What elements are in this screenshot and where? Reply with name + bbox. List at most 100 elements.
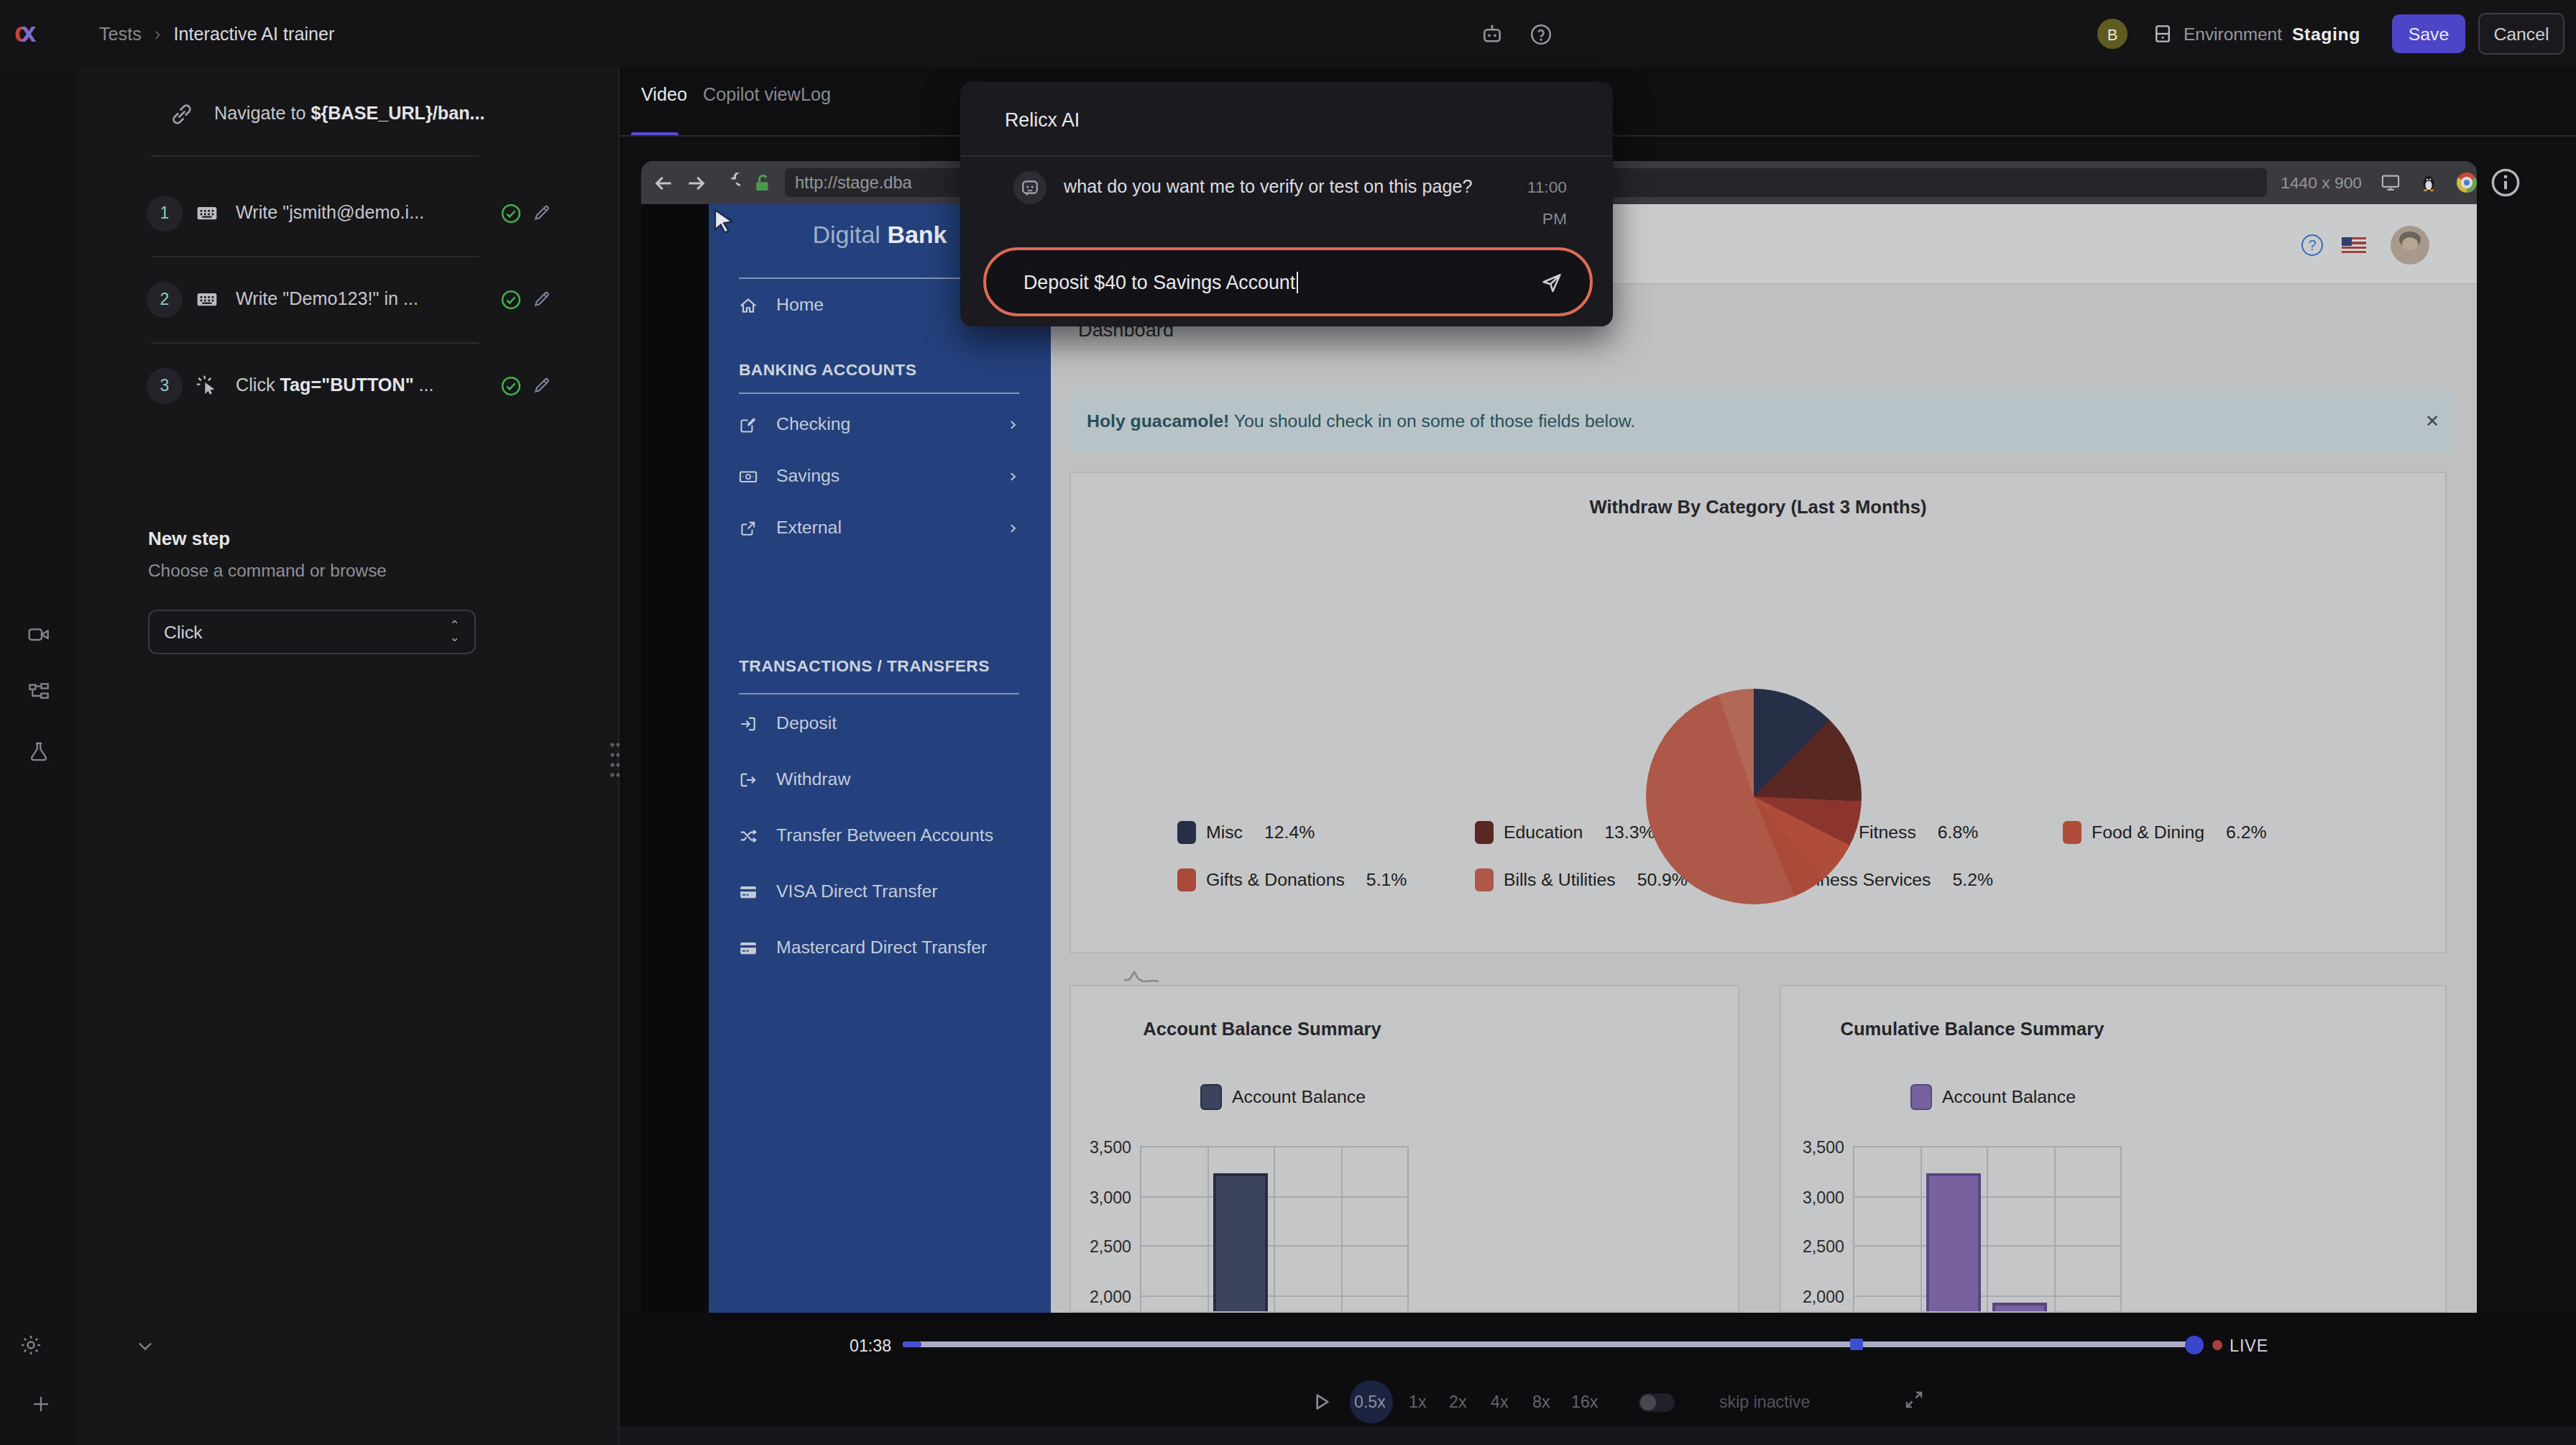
legend-swatch <box>1177 821 1196 844</box>
environment-icon <box>2152 23 2174 45</box>
gridline <box>2120 1146 2122 1311</box>
alert-banner: Holy guacamole! You should check in on s… <box>1070 391 2455 451</box>
sidebar-item-deposit[interactable]: Deposit <box>739 709 1019 738</box>
legend-swatch <box>1177 868 1196 891</box>
tab-copilot-view[interactable]: Copilot view <box>703 85 801 105</box>
speed-16x[interactable]: 16x <box>1571 1392 1598 1410</box>
sidebar-item-checking[interactable]: Checking <box>739 410 1019 439</box>
check-circle-icon[interactable] <box>500 288 522 310</box>
mouse-cursor <box>713 208 735 233</box>
navigate-step-row[interactable]: Navigate to ${BASE_URL}/ban... <box>147 93 552 134</box>
user-avatar[interactable]: B <box>2097 19 2128 49</box>
gridline <box>1340 1146 1342 1311</box>
play-icon[interactable] <box>1310 1390 1333 1413</box>
step-label: Click Tag="BUTTON" ... <box>236 375 489 395</box>
environment-selector[interactable]: Environment Staging <box>2152 23 2360 45</box>
bar[interactable] <box>1213 1173 1267 1311</box>
step-row[interactable]: 3Click Tag="BUTTON" ... <box>147 365 552 405</box>
fullscreen-icon[interactable] <box>1903 1389 1925 1410</box>
top-bar: Tests › Interactive AI trainer B Environ… <box>0 0 2576 69</box>
ai-command-input[interactable]: Deposit $40 to Savings Account <box>983 247 1593 316</box>
sidebar-item-visa-direct-transfer[interactable]: VISA Direct Transfer <box>739 877 1019 906</box>
lock-icon <box>752 172 773 193</box>
sidebar-item-savings[interactable]: Savings <box>739 462 1019 490</box>
gear-icon[interactable] <box>19 1333 43 1357</box>
pencil-icon[interactable] <box>532 289 552 309</box>
refresh-icon[interactable] <box>719 172 740 193</box>
send-icon[interactable] <box>1540 270 1564 294</box>
resolution-label: 1440 x 900 <box>2281 174 2362 191</box>
cancel-button[interactable]: Cancel <box>2478 13 2564 55</box>
gridline <box>2053 1146 2055 1311</box>
speed-2x[interactable]: 2x <box>1449 1392 1467 1410</box>
bank-page: ? Digital Bank HomeBANKING ACCOUNTSCheck… <box>709 204 2477 1313</box>
chart-title: Withdraw By Category (Last 3 Months) <box>1071 496 2445 518</box>
command-dropdown[interactable]: Click ⌃⌄ <box>148 610 476 654</box>
browser-meta: 1440 x 900 <box>2281 173 2477 193</box>
camera-icon[interactable] <box>27 623 50 646</box>
save-button[interactable]: Save <box>2392 14 2465 53</box>
live-dot-icon <box>2212 1340 2222 1350</box>
playback-time: 01:38 <box>850 1336 891 1354</box>
legend-item[interactable]: Food & Dining6.2% <box>2063 821 2267 844</box>
video-viewport[interactable]: ? Digital Bank HomeBANKING ACCOUNTSCheck… <box>641 204 2477 1313</box>
pie-chart[interactable] <box>1646 689 1862 904</box>
chart-legend[interactable]: Account Balance <box>1910 1084 2076 1110</box>
step-row[interactable]: 2Write "Demo123!" in ... <box>147 279 552 319</box>
robot-icon[interactable] <box>1481 22 1504 45</box>
flow-icon[interactable] <box>27 682 50 705</box>
live-label: LIVE <box>2230 1336 2268 1354</box>
withdraw-icon <box>739 770 758 789</box>
speed-1x[interactable]: 1x <box>1409 1392 1427 1410</box>
speed-8x[interactable]: 8x <box>1532 1392 1550 1410</box>
speed-4x[interactable]: 4x <box>1491 1392 1509 1410</box>
legend-item[interactable]: Education13.3% <box>1475 821 1655 844</box>
bank-avatar[interactable] <box>2391 226 2429 265</box>
sparkline-icon <box>1123 965 1160 985</box>
pencil-icon[interactable] <box>532 375 552 395</box>
flask-icon[interactable] <box>27 740 50 763</box>
info-icon[interactable] <box>2490 167 2521 198</box>
text-caret <box>1297 271 1298 293</box>
legend-item[interactable]: Gifts & Donations5.1% <box>1177 868 1407 891</box>
legend-item[interactable]: Bills & Utilities50.9% <box>1475 868 1688 891</box>
forward-icon[interactable] <box>686 172 707 193</box>
chevron-down-icon[interactable] <box>135 1336 155 1356</box>
skip-inactive-toggle[interactable] <box>1639 1393 1675 1412</box>
breadcrumb-tests[interactable]: Tests <box>99 24 142 44</box>
cx-logo[interactable]: cx <box>14 13 66 53</box>
sidebar-item-transfer-between-accounts[interactable]: Transfer Between Accounts <box>739 821 1019 850</box>
seek-bar[interactable] <box>903 1341 2195 1347</box>
us-flag-icon[interactable] <box>2342 237 2366 253</box>
seek-handle[interactable] <box>2185 1336 2204 1354</box>
check-circle-icon[interactable] <box>500 375 522 396</box>
bank-help-icon[interactable]: ? <box>2301 234 2323 256</box>
ai-command-value: Deposit $40 to Savings Account <box>1024 271 1295 293</box>
sidebar-item-mastercard-direct-transfer[interactable]: Mastercard Direct Transfer <box>739 933 1019 962</box>
help-icon[interactable] <box>1530 22 1552 45</box>
sidebar-item-label: Checking <box>776 414 850 434</box>
video-player-bar: 01:38 LIVE 0.5x 1x 2x 4x 8x 16x skip inactive <box>620 1313 2576 1426</box>
step-row[interactable]: 1Write "jsmith@demo.i... <box>147 193 552 233</box>
speed-0.5x[interactable]: 0.5x <box>1354 1392 1386 1410</box>
check-circle-icon[interactable] <box>500 202 522 224</box>
y-axis-tick: 3,000 <box>1062 1187 1131 1206</box>
chart-legend[interactable]: Account Balance <box>1200 1084 1366 1110</box>
dialog-message: what do you want me to verify or test on… <box>1064 177 1509 197</box>
bar[interactable] <box>1992 1303 2047 1311</box>
back-icon[interactable] <box>653 172 674 193</box>
sidebar-item-withdraw[interactable]: Withdraw <box>739 765 1019 794</box>
top-center-icons <box>1481 0 1552 68</box>
close-icon[interactable]: ✕ <box>2425 391 2439 451</box>
sidebar-item-external[interactable]: External <box>739 513 1019 542</box>
card-icon <box>739 938 758 957</box>
plus-icon[interactable] <box>30 1393 52 1415</box>
legend-item[interactable]: Misc12.4% <box>1177 821 1315 844</box>
dialog-title: Relicx AI <box>1005 109 1080 131</box>
pencil-icon[interactable] <box>532 203 552 223</box>
bar[interactable] <box>1926 1173 1980 1311</box>
legend-label: Education <box>1504 822 1583 843</box>
tab-video[interactable]: Video <box>641 85 687 105</box>
tab-log[interactable]: Log <box>801 85 831 105</box>
skip-inactive-label: skip inactive <box>1719 1392 1810 1410</box>
